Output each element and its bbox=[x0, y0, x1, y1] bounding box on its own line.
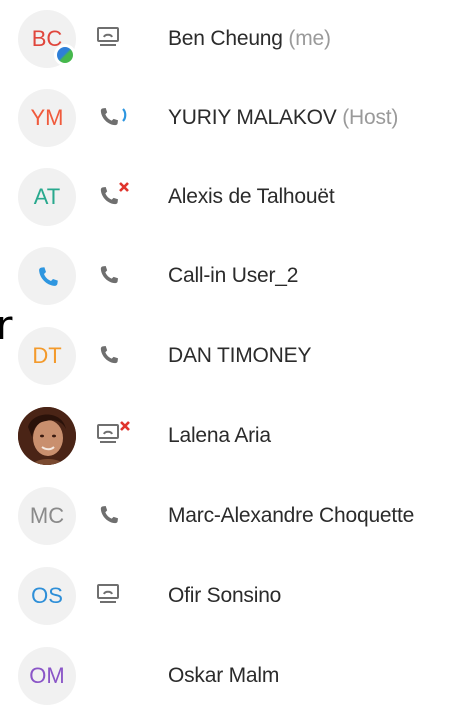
participant-name: Ben Cheung (me) bbox=[168, 22, 331, 56]
presence-badge-icon bbox=[54, 44, 76, 66]
avatar-initials: OS bbox=[31, 583, 63, 608]
participant-name-text: Ofir Sonsino bbox=[168, 584, 282, 607]
participant-name: Call-in User_2 bbox=[168, 259, 298, 293]
screen-share-icon bbox=[97, 27, 119, 47]
avatar-initials: DT bbox=[32, 343, 62, 368]
participant-name: Lalena Aria bbox=[168, 419, 271, 453]
participant-name-text: Alexis de Talhouët bbox=[168, 185, 335, 208]
participant-row[interactable]: YM YURIY MALAKOV (Host) bbox=[0, 79, 465, 159]
avatar: YM bbox=[18, 89, 76, 147]
phone-icon bbox=[100, 266, 118, 284]
participant-name: YURIY MALAKOV (Host) bbox=[168, 101, 398, 135]
participant-name-text: Call-in User_2 bbox=[168, 264, 299, 287]
phone-icon bbox=[100, 506, 118, 524]
phone-avatar-icon bbox=[39, 267, 58, 286]
participant-name-text: Marc-Alexandre Choquette bbox=[168, 504, 415, 527]
participant-role: (me) bbox=[288, 27, 331, 50]
participant-name-text: Oskar Malm bbox=[168, 664, 280, 687]
avatar-initials: MC bbox=[29, 503, 65, 528]
participant-name: DAN TIMONEY bbox=[168, 339, 311, 373]
participant-row[interactable]: MC Marc-Alexandre Choquette bbox=[0, 477, 465, 557]
phone-muted-icon bbox=[100, 182, 129, 205]
avatar: OM bbox=[18, 647, 76, 705]
profile-photo-image bbox=[18, 407, 76, 465]
participant-name-text: DAN TIMONEY bbox=[168, 344, 312, 367]
avatar-initials: YM bbox=[30, 105, 64, 130]
participant-row[interactable]: DT DAN TIMONEY bbox=[0, 317, 465, 397]
participant-row[interactable]: Lalena Aria bbox=[0, 397, 465, 477]
avatar: OS bbox=[18, 567, 76, 625]
participant-name: Marc-Alexandre Choquette bbox=[168, 499, 414, 533]
participant-name-text: Lalena Aria bbox=[168, 424, 271, 447]
participant-name: Ofir Sonsino bbox=[168, 579, 281, 613]
avatar bbox=[18, 247, 76, 305]
profile-photo bbox=[18, 407, 76, 465]
phone-speaking-icon bbox=[100, 108, 127, 126]
screen-share-muted-icon bbox=[97, 421, 130, 444]
avatar-initials: AT bbox=[33, 184, 61, 209]
participant-role: (Host) bbox=[342, 106, 399, 129]
participant-name: Alexis de Talhouët bbox=[168, 180, 335, 214]
participant-row[interactable]: BC Ben Cheung (me) bbox=[0, 0, 465, 80]
avatar: MC bbox=[18, 487, 76, 545]
participant-row[interactable]: OS Ofir Sonsino bbox=[0, 557, 465, 637]
participant-row[interactable]: AT Alexis de Talhouët bbox=[0, 158, 465, 238]
avatar: AT bbox=[18, 168, 76, 226]
screen-share-icon bbox=[97, 584, 119, 604]
participant-name-text: YURIY MALAKOV bbox=[168, 106, 337, 129]
participant-row[interactable]: OM Oskar Malm bbox=[0, 637, 465, 717]
participant-name: Oskar Malm bbox=[168, 659, 279, 693]
participant-row[interactable]: Call-in User_2 bbox=[0, 237, 465, 317]
phone-icon bbox=[100, 346, 118, 364]
avatar: DT bbox=[18, 327, 76, 385]
avatar-initials: OM bbox=[29, 663, 65, 688]
participant-name-text: Ben Cheung bbox=[168, 27, 283, 50]
